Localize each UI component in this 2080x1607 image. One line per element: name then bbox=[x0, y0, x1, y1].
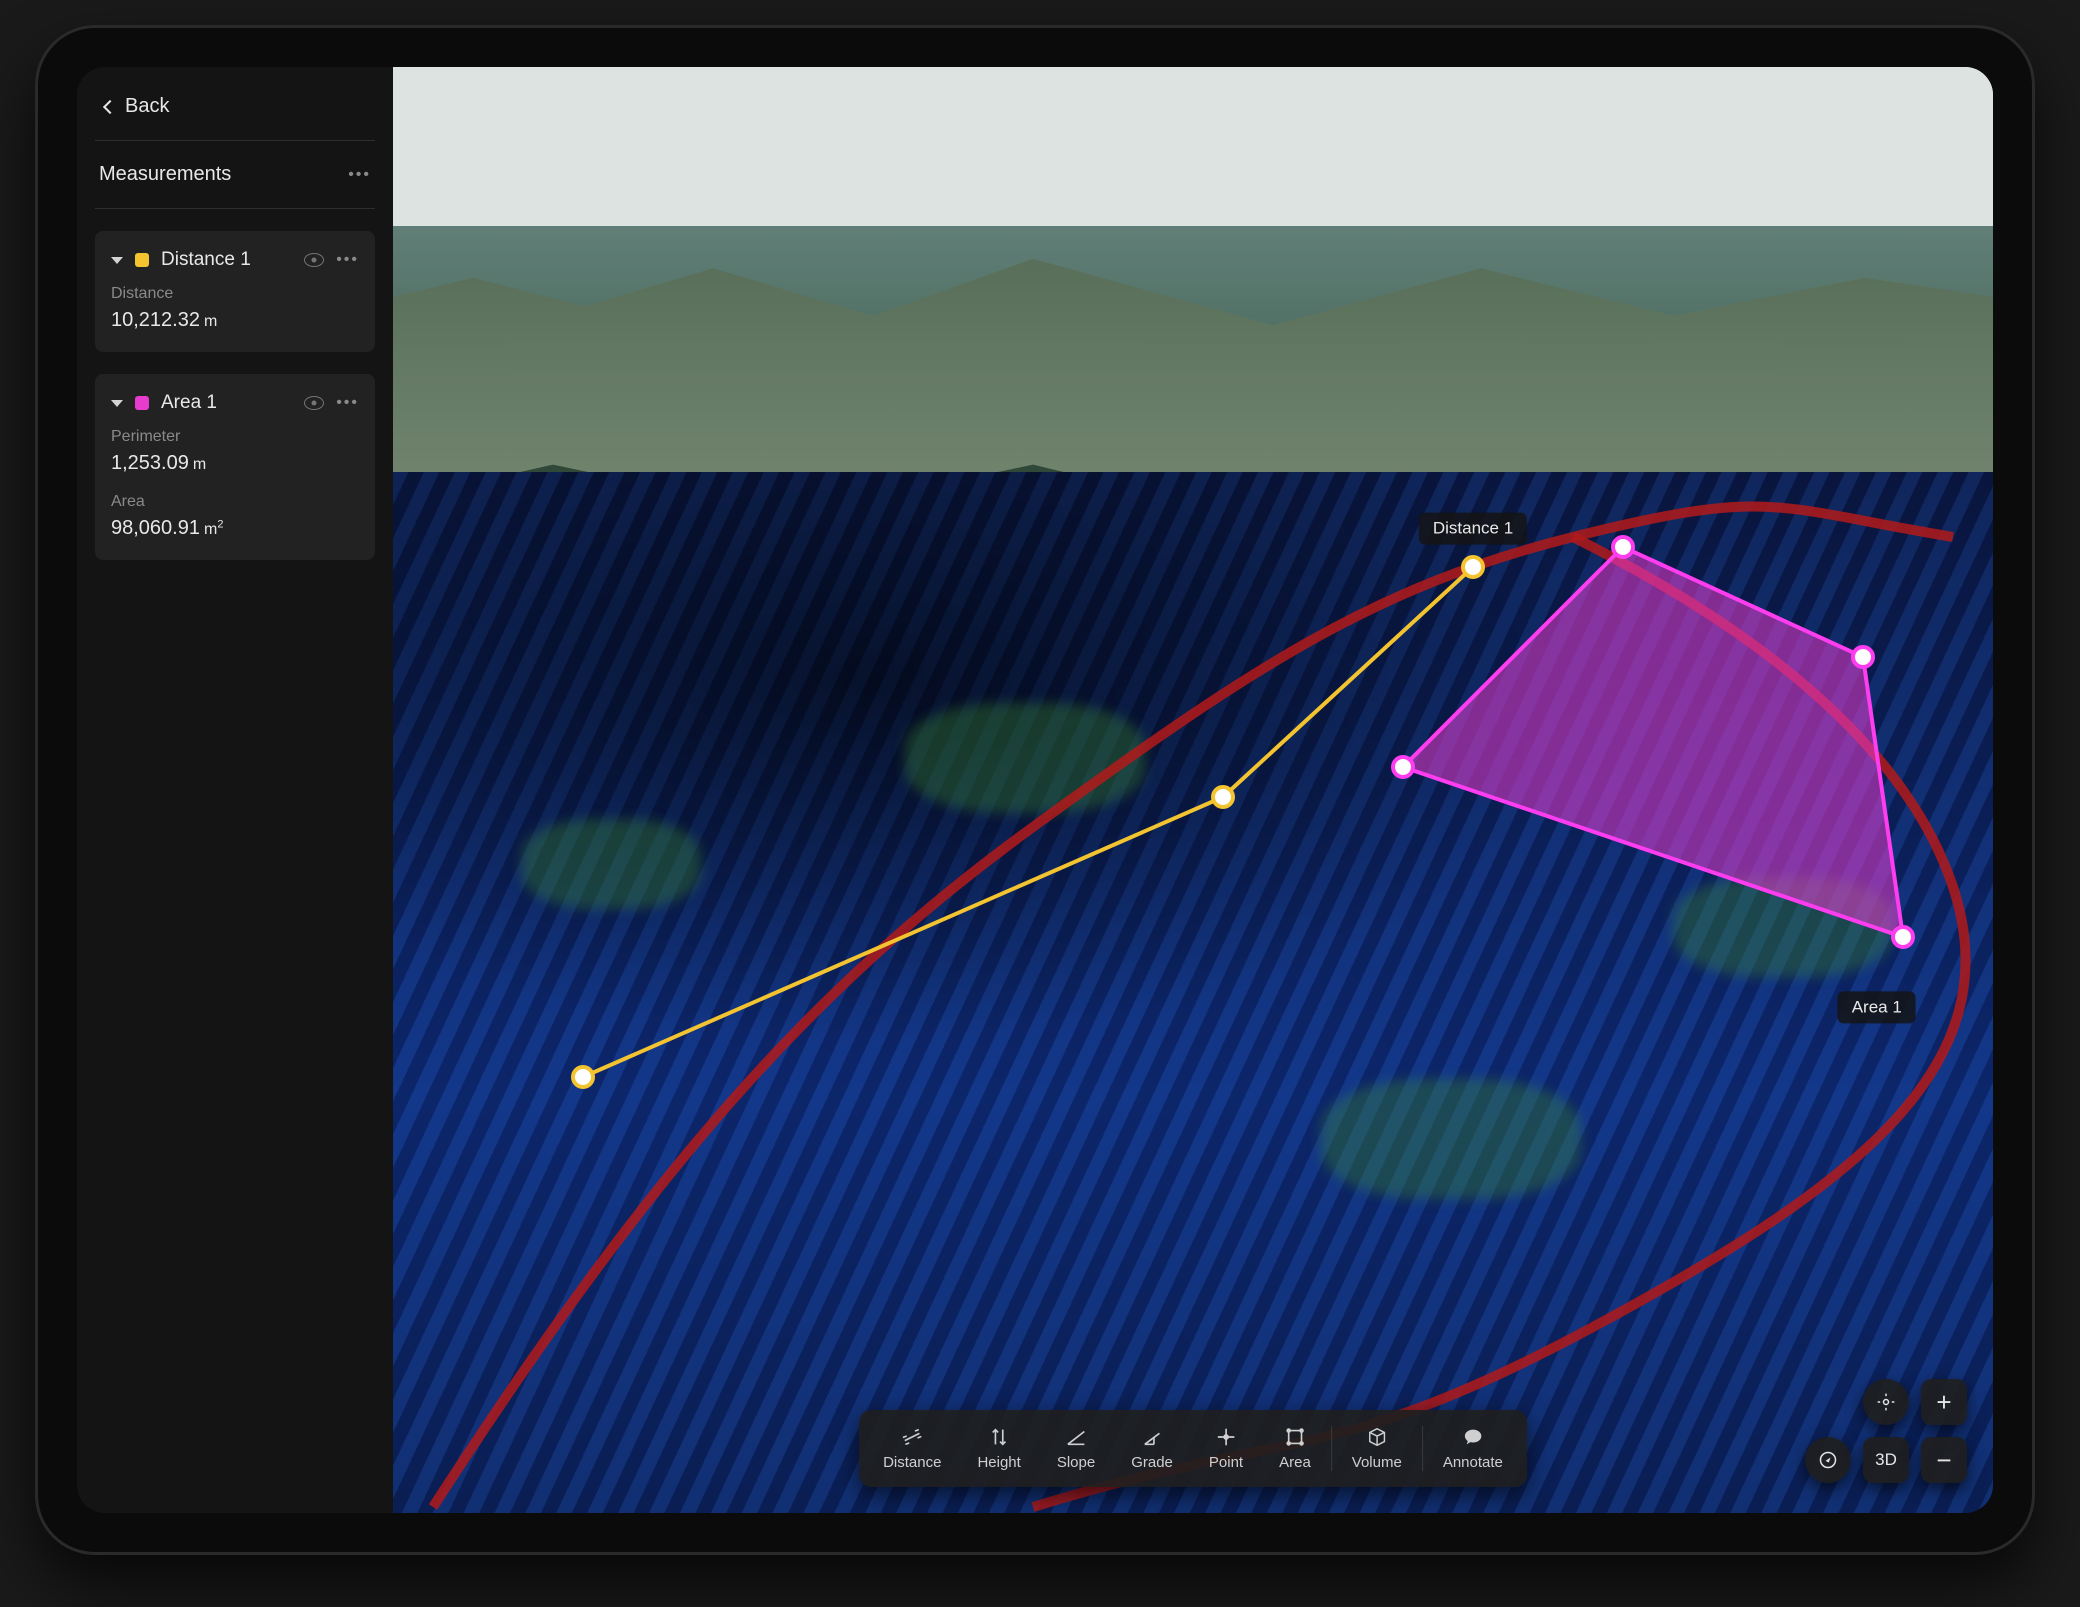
view-mode-button[interactable]: 3D bbox=[1863, 1437, 1909, 1483]
area-vertex[interactable] bbox=[1893, 927, 1913, 947]
section-title: Measurements bbox=[99, 163, 231, 186]
toolbar-divider bbox=[1331, 1426, 1332, 1471]
tool-height[interactable]: Height bbox=[959, 1420, 1038, 1477]
distance-vertex[interactable] bbox=[573, 1067, 593, 1087]
card-title: Area 1 bbox=[161, 392, 292, 414]
tool-grade[interactable]: Grade bbox=[1113, 1420, 1191, 1477]
zoom-out-button[interactable]: − bbox=[1921, 1437, 1967, 1483]
view-mode-label: 3D bbox=[1875, 1450, 1897, 1470]
more-icon[interactable]: ••• bbox=[348, 166, 371, 184]
minus-icon: − bbox=[1936, 1447, 1951, 1473]
metric-value: 1,253.09m bbox=[111, 452, 359, 475]
area-vertex[interactable] bbox=[1853, 647, 1873, 667]
back-button[interactable]: Back bbox=[95, 89, 375, 141]
tool-label: Area bbox=[1279, 1454, 1311, 1471]
tool-label: Slope bbox=[1057, 1454, 1095, 1471]
distance-line[interactable] bbox=[583, 567, 1473, 1077]
distance-icon bbox=[901, 1426, 923, 1448]
area-vertex[interactable] bbox=[1393, 757, 1413, 777]
tool-slope[interactable]: Slope bbox=[1039, 1420, 1113, 1477]
recenter-button[interactable] bbox=[1863, 1379, 1909, 1425]
distance-vertex[interactable] bbox=[1213, 787, 1233, 807]
height-icon bbox=[988, 1426, 1010, 1448]
metric-label: Distance bbox=[111, 285, 359, 303]
caret-down-icon[interactable] bbox=[111, 257, 123, 264]
metric-value: 98,060.91m2 bbox=[111, 517, 359, 540]
measurement-overlay bbox=[393, 67, 1993, 1513]
distance-vertex[interactable] bbox=[1463, 557, 1483, 577]
area-vertex[interactable] bbox=[1613, 537, 1633, 557]
tool-label: Distance bbox=[883, 1454, 941, 1471]
chevron-left-icon bbox=[103, 99, 117, 113]
section-header: Measurements ••• bbox=[95, 141, 375, 209]
volume-icon bbox=[1366, 1426, 1388, 1448]
plus-icon: + bbox=[1936, 1389, 1951, 1415]
color-swatch bbox=[135, 396, 149, 410]
tool-distance[interactable]: Distance bbox=[865, 1420, 959, 1477]
area-polygon[interactable] bbox=[1403, 547, 1903, 937]
visibility-icon[interactable] bbox=[304, 396, 324, 410]
tool-label: Annotate bbox=[1443, 1454, 1503, 1471]
annotate-icon bbox=[1462, 1426, 1484, 1448]
device-frame: Back Measurements ••• Distance 1 ••• D bbox=[35, 25, 2035, 1555]
back-label: Back bbox=[125, 95, 169, 118]
sidebar: Back Measurements ••• Distance 1 ••• D bbox=[77, 67, 393, 1513]
tool-label: Height bbox=[977, 1454, 1020, 1471]
point-icon bbox=[1215, 1426, 1237, 1448]
view-controls: + 3D − bbox=[1805, 1379, 1967, 1483]
measurement-toolbar: Distance Height Slope bbox=[859, 1410, 1527, 1487]
visibility-icon[interactable] bbox=[304, 253, 324, 267]
tool-volume[interactable]: Volume bbox=[1334, 1420, 1420, 1477]
tool-point[interactable]: Point bbox=[1191, 1420, 1261, 1477]
tool-annotate[interactable]: Annotate bbox=[1425, 1420, 1521, 1477]
grade-icon bbox=[1141, 1426, 1163, 1448]
measurement-card-area[interactable]: Area 1 ••• Perimeter 1,253.09m Area 98,0… bbox=[95, 374, 375, 560]
metric-label: Perimeter bbox=[111, 428, 359, 446]
compass-button[interactable] bbox=[1805, 1437, 1851, 1483]
zoom-in-button[interactable]: + bbox=[1921, 1379, 1967, 1425]
tool-area[interactable]: Area bbox=[1261, 1420, 1329, 1477]
slope-icon bbox=[1065, 1426, 1087, 1448]
measurement-card-distance[interactable]: Distance 1 ••• Distance 10,212.32m bbox=[95, 231, 375, 352]
toolbar-divider bbox=[1422, 1426, 1423, 1471]
more-icon[interactable]: ••• bbox=[336, 251, 359, 269]
app-screen: Back Measurements ••• Distance 1 ••• D bbox=[77, 67, 1993, 1513]
locate-icon bbox=[1876, 1392, 1896, 1412]
caret-down-icon[interactable] bbox=[111, 400, 123, 407]
tool-label: Point bbox=[1209, 1454, 1243, 1471]
compass-icon bbox=[1818, 1450, 1838, 1470]
map-viewport[interactable]: Distance 1 Area 1 Distance Height bbox=[393, 67, 1993, 1513]
card-title: Distance 1 bbox=[161, 249, 292, 271]
color-swatch bbox=[135, 253, 149, 267]
metric-value: 10,212.32m bbox=[111, 309, 359, 332]
metric-label: Area bbox=[111, 493, 359, 511]
area-icon bbox=[1284, 1426, 1306, 1448]
tool-label: Grade bbox=[1131, 1454, 1173, 1471]
tool-label: Volume bbox=[1352, 1454, 1402, 1471]
more-icon[interactable]: ••• bbox=[336, 394, 359, 412]
